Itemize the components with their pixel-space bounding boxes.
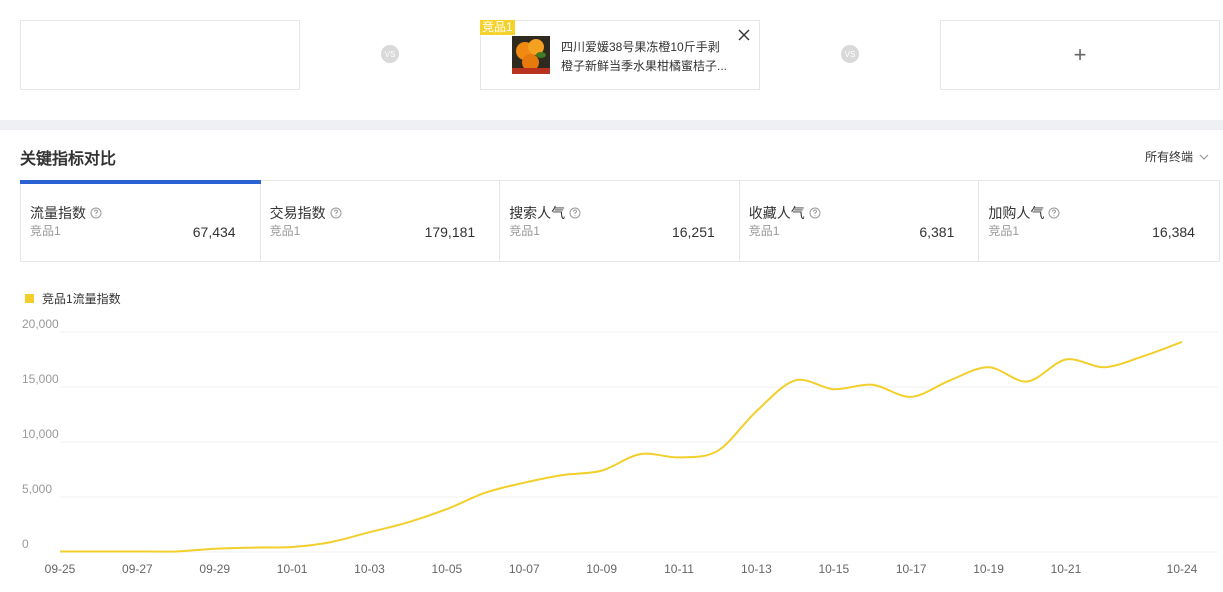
x-tick-label: 10-11 (664, 562, 694, 576)
compare-bar: VS 竞品1 四川爱媛38号果冻橙10斤手剥 橙子新鲜当季水果柑橘蜜桔子... … (0, 0, 1223, 120)
metric-sub: 竞品1 (509, 224, 540, 238)
x-tick-label: 09-29 (199, 562, 230, 576)
x-tick-label: 10-21 (1051, 562, 1082, 576)
metric-label: 流量指数 (30, 205, 86, 221)
terminal-select[interactable]: 所有终端 (1145, 148, 1209, 165)
product-title-line-2: 橙子新鲜当季水果柑橘蜜桔子... (561, 59, 728, 73)
x-tick-label: 10-03 (354, 562, 385, 576)
x-tick-label: 10-24 (1167, 562, 1198, 576)
series-line (59, 340, 1183, 553)
compare-slot-empty[interactable] (20, 20, 300, 90)
metric-label: 加购人气 (988, 205, 1045, 221)
metric-sub: 竞品1 (269, 224, 301, 238)
x-tick-label: 10-01 (277, 562, 308, 576)
metric-sub: 竞品1 (30, 224, 61, 238)
section-title: 关键指标对比 (20, 151, 117, 168)
metric-label: 交易指数 (269, 205, 326, 221)
help-icon[interactable] (90, 207, 102, 219)
help-icon[interactable] (1048, 207, 1060, 219)
metric-value: 67,434 (192, 224, 236, 240)
metric-tab-trade[interactable]: 交易指数 竞品1 179,181 (261, 181, 501, 261)
metric-label: 搜索人气 (509, 205, 566, 221)
metric-tab-search[interactable]: 搜索人气 竞品1 16,251 (500, 181, 740, 261)
legend-label[interactable]: 竞品1流量指数 (42, 291, 121, 306)
metric-value: 6,381 (919, 224, 955, 240)
add-competitor-button[interactable]: + (940, 20, 1220, 90)
metric-label: 收藏人气 (748, 205, 805, 221)
terminal-select-label: 所有终端 (1144, 150, 1193, 164)
metric-tab-cart[interactable]: 加购人气 竞品1 16,384 (979, 181, 1219, 261)
help-icon[interactable] (330, 207, 342, 219)
product-thumbnail (512, 36, 550, 74)
x-tick-label: 09-25 (45, 562, 76, 576)
x-tick-label: 10-13 (741, 562, 772, 576)
x-tick-label: 10-15 (818, 562, 849, 576)
y-tick-label: 15,000 (22, 372, 59, 386)
metric-value: 16,251 (671, 224, 715, 240)
metric-value: 16,384 (1152, 224, 1195, 240)
vs-badge: VS (841, 45, 859, 63)
section-divider (0, 120, 1223, 130)
y-tick-label: 10,000 (22, 427, 59, 441)
metric-sub: 竞品1 (748, 224, 780, 238)
metric-sub: 竞品1 (988, 224, 1020, 238)
product-title[interactable]: 四川爱媛38号果冻橙10斤手剥 橙子新鲜当季水果柑橘蜜桔子... (561, 38, 733, 76)
legend-swatch (25, 294, 34, 303)
x-tick-label: 10-17 (896, 562, 927, 576)
traffic-line-chart: 竞品1流量指数 0 5,000 10,000 15,000 20,000 09-25 09-2… (22, 291, 1218, 576)
product-title-line-1: 四川爱媛38号果冻橙10斤手剥 (561, 40, 720, 54)
x-tick-label: 10-09 (586, 562, 617, 576)
metric-tab-favorite[interactable]: 收藏人气 竞品1 6,381 (740, 181, 980, 261)
close-icon[interactable] (737, 28, 751, 42)
competitor-badge: 竞品1 (480, 20, 515, 35)
x-tick-label: 09-27 (122, 562, 153, 576)
chevron-down-icon (1199, 154, 1209, 160)
x-tick-label: 10-19 (973, 562, 1004, 576)
compare-slot-product[interactable]: 竞品1 四川爱媛38号果冻橙10斤手剥 橙子新鲜当季水果柑橘蜜桔子... (480, 20, 760, 90)
help-icon[interactable] (809, 207, 821, 219)
metric-value: 179,181 (424, 224, 476, 240)
y-tick-label: 5,000 (22, 482, 52, 496)
x-tick-label: 10-05 (432, 562, 463, 576)
metric-tab-traffic[interactable]: 流量指数 竞品1 67,434 (20, 180, 261, 261)
y-tick-label: 0 (22, 537, 29, 551)
help-icon[interactable] (569, 207, 581, 219)
vs-badge: VS (381, 45, 399, 63)
x-tick-label: 10-07 (509, 562, 540, 576)
plus-icon: + (1073, 42, 1087, 67)
metrics-tabs: 流量指数 竞品1 67,434 交易指数 竞品1 179,181 搜索人气 竞品… (20, 180, 1220, 262)
y-tick-label: 20,000 (22, 317, 59, 331)
